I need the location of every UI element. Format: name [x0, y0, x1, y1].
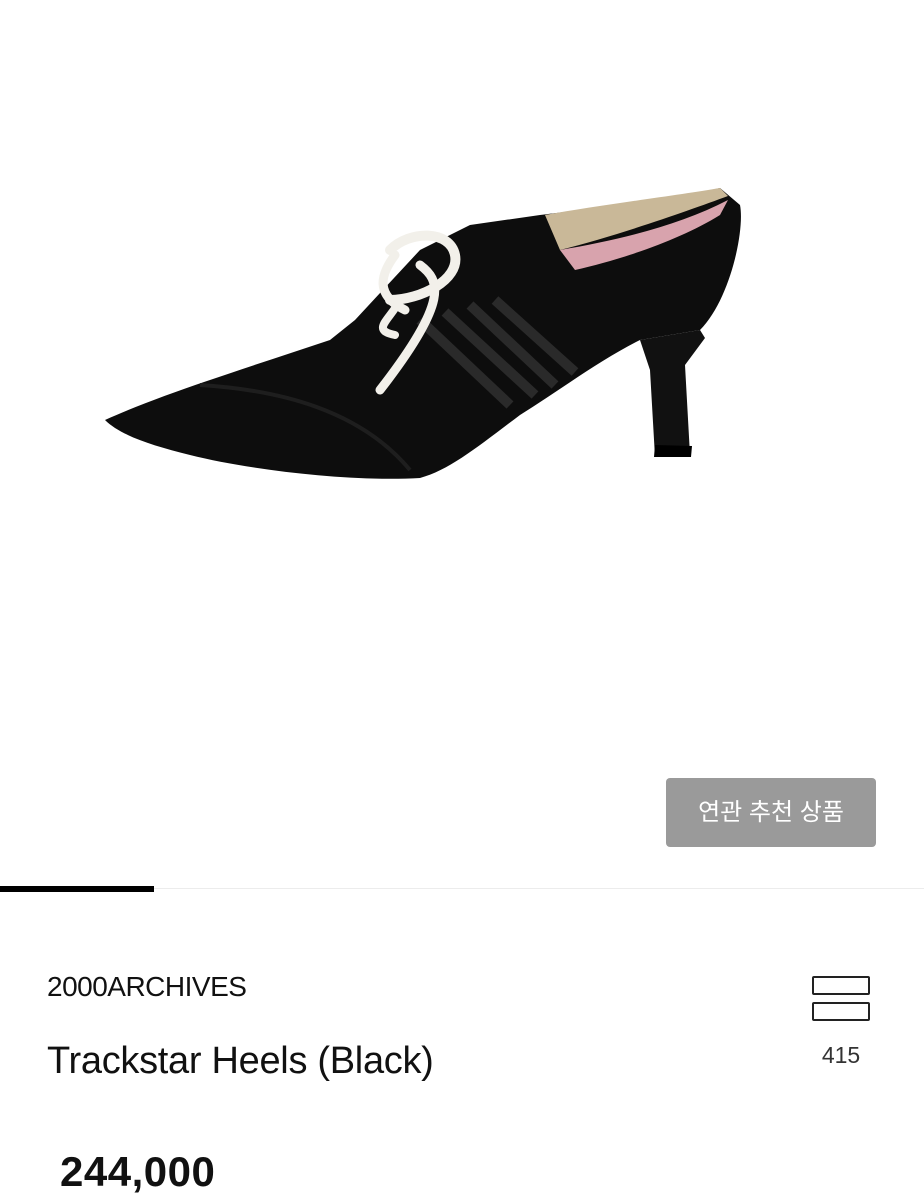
wishlist-count: 415 [821, 1042, 861, 1068]
shoe-illustration [105, 188, 741, 479]
stacked-bars-icon [812, 976, 870, 1024]
product-image[interactable] [0, 0, 924, 880]
brand-name[interactable]: 2000ARCHIVES [47, 971, 247, 1003]
carousel-progress-indicator [0, 886, 154, 892]
wishlist-button[interactable]: 415 [806, 972, 876, 1072]
product-price: 244,000 [60, 1148, 216, 1195]
related-products-button[interactable]: 연관 추천 상품 [666, 778, 876, 847]
product-title: Trackstar Heels (Black) [47, 1040, 434, 1082]
